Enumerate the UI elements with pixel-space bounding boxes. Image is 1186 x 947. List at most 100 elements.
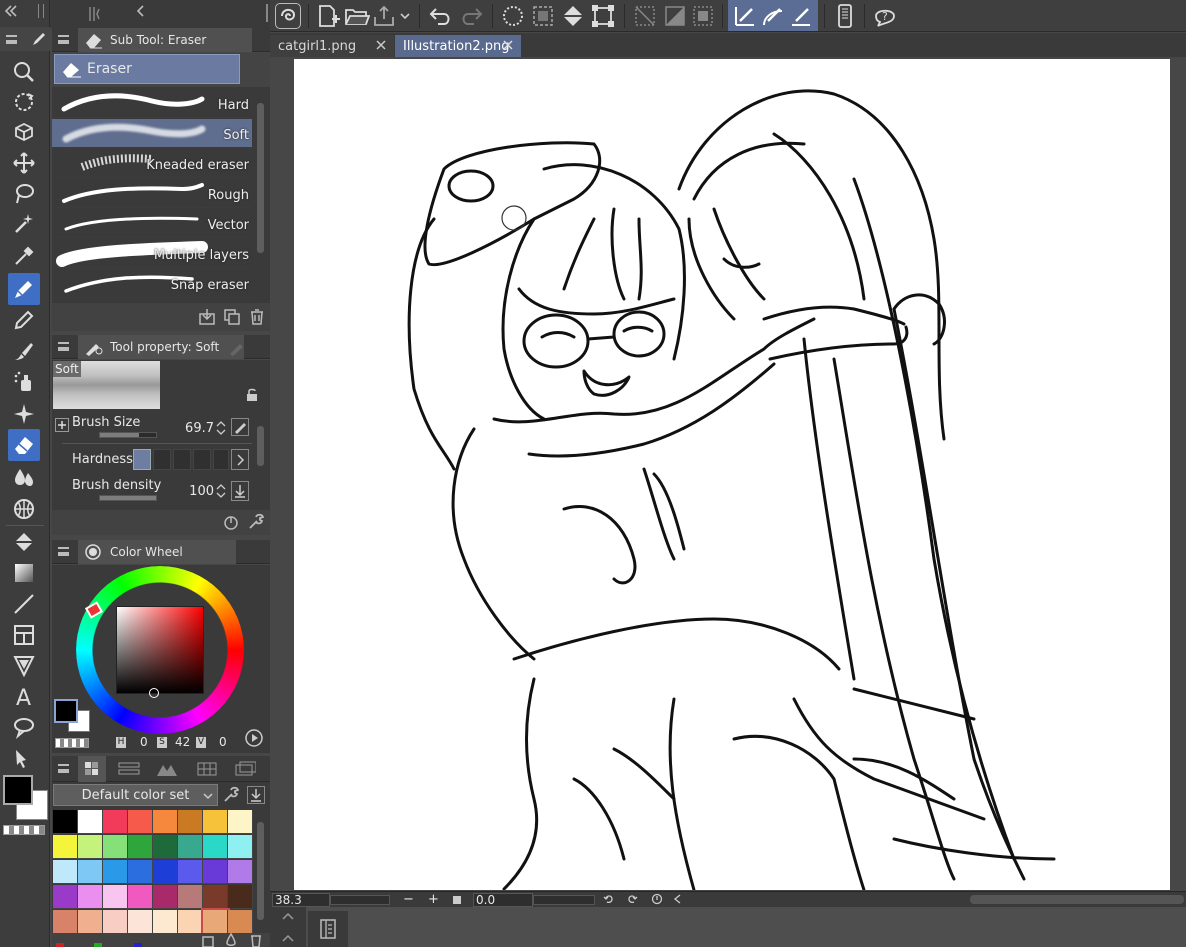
color-swatch[interactable] <box>178 810 203 834</box>
trash-icon[interactable] <box>248 308 266 326</box>
zoom-out-icon[interactable]: − <box>403 892 414 907</box>
color-swatch[interactable] <box>53 860 78 884</box>
color-swatch[interactable] <box>228 810 253 834</box>
tab-document-1[interactable]: Illustration2.png <box>395 35 521 57</box>
expand-brush-size-icon[interactable] <box>55 418 69 432</box>
balloon-tool-icon[interactable] <box>8 711 40 743</box>
tab-sub-view-icon[interactable] <box>234 761 256 777</box>
help-icon[interactable]: ? <box>872 3 898 29</box>
chevron-up-icon[interactable] <box>281 933 295 943</box>
color-swatch[interactable] <box>228 910 253 934</box>
undo-icon[interactable] <box>428 3 454 29</box>
chevron-up-icon[interactable] <box>281 911 295 921</box>
chevron-right-icon[interactable] <box>231 449 249 470</box>
app-logo-icon[interactable] <box>275 3 301 29</box>
new-file-icon[interactable] <box>316 3 342 29</box>
color-swatch[interactable] <box>178 835 203 859</box>
open-folder-icon[interactable] <box>344 3 370 29</box>
color-swatch[interactable] <box>203 885 228 909</box>
color-swatch[interactable] <box>153 910 178 934</box>
color-swatch[interactable] <box>78 885 103 909</box>
selection-border-icon[interactable] <box>690 3 716 29</box>
color-swatch[interactable] <box>103 810 128 834</box>
figure-tool-icon[interactable] <box>8 493 40 525</box>
color-swatch[interactable] <box>53 810 78 834</box>
decoration-tool-icon[interactable] <box>8 398 40 430</box>
color-swatch[interactable] <box>78 860 103 884</box>
color-swatch[interactable] <box>153 885 178 909</box>
brush-density-slider[interactable] <box>99 495 157 501</box>
flip-icon[interactable] <box>672 893 684 905</box>
text-tool-icon[interactable]: A <box>8 681 40 713</box>
color-swatch[interactable] <box>103 860 128 884</box>
move-tool-icon[interactable] <box>8 147 40 179</box>
chevron-down-icon[interactable] <box>398 3 412 29</box>
operation-tool-icon[interactable] <box>8 86 40 118</box>
menu-icon[interactable] <box>58 35 69 44</box>
brush-size-spinner-icon[interactable] <box>216 420 226 436</box>
transparent-color-swatch[interactable] <box>3 825 45 835</box>
lasso-tool-icon[interactable] <box>8 178 40 210</box>
color-swatch[interactable] <box>53 910 78 934</box>
zoom-field[interactable]: 38.3 <box>272 893 330 907</box>
object-tool-icon[interactable] <box>8 116 40 148</box>
blend-tool-icon[interactable] <box>8 461 40 493</box>
pen-tool-icon[interactable] <box>8 273 40 305</box>
color-swatch[interactable] <box>128 910 153 934</box>
zoom-slider[interactable] <box>330 895 390 905</box>
subtool-group-eraser[interactable]: Eraser <box>54 54 240 84</box>
color-swatch[interactable] <box>153 835 178 859</box>
color-swatch[interactable] <box>53 885 78 909</box>
color-swatch[interactable] <box>228 835 253 859</box>
save-icon[interactable] <box>372 3 398 29</box>
eyedropper-icon[interactable] <box>8 240 40 272</box>
deselect-icon[interactable] <box>632 3 658 29</box>
tab-subtool[interactable]: Sub Tool: Eraser <box>78 28 252 52</box>
color-set-import-icon[interactable] <box>247 786 265 804</box>
color-swatch[interactable] <box>103 835 128 859</box>
clear-icon[interactable] <box>500 3 526 29</box>
tab-color-history-icon[interactable] <box>196 761 218 777</box>
brush-item[interactable]: Soft <box>52 119 252 148</box>
color-swatch[interactable] <box>103 910 128 934</box>
zoom-tool-icon[interactable] <box>8 56 40 88</box>
tab-approximate-color-icon[interactable] <box>156 761 178 777</box>
wrench-icon[interactable] <box>247 513 265 531</box>
menu-icon[interactable] <box>58 342 69 351</box>
color-swatch[interactable] <box>203 835 228 859</box>
pen-tab-icon[interactable] <box>30 30 48 48</box>
color-swatch[interactable] <box>53 835 78 859</box>
color-swatch[interactable] <box>203 860 228 884</box>
layer-panel-toggle[interactable] <box>308 911 348 947</box>
ruler-tool-icon[interactable] <box>8 650 40 682</box>
line-tool-icon[interactable] <box>8 588 40 620</box>
main-color-chip[interactable] <box>54 699 78 723</box>
saturation-value-square[interactable] <box>116 606 204 694</box>
color-swatch[interactable] <box>153 860 178 884</box>
rotate-right-icon[interactable] <box>626 893 638 905</box>
smartphone-icon[interactable] <box>832 3 858 29</box>
reset-rotation-icon[interactable] <box>651 893 663 905</box>
collapse-left-icon[interactable] <box>4 4 18 18</box>
menu-icon[interactable] <box>6 35 17 44</box>
horizontal-scrollbar[interactable] <box>970 895 1184 904</box>
main-color-swatch[interactable] <box>3 775 33 805</box>
play-circle-icon[interactable] <box>244 728 264 748</box>
redo-icon[interactable] <box>458 3 484 29</box>
snap-to-special-ruler-icon[interactable] <box>760 3 786 29</box>
tool-property-scrollbar[interactable] <box>254 410 267 509</box>
density-pressure-icon[interactable] <box>231 481 249 501</box>
color-swatch[interactable] <box>128 860 153 884</box>
color-swatch[interactable] <box>78 835 103 859</box>
select-clear-icon[interactable] <box>530 3 556 29</box>
brush-item[interactable]: Snap eraser <box>52 269 252 298</box>
color-set-scrollbar[interactable] <box>254 810 267 932</box>
fill-tool-icon[interactable] <box>8 526 40 558</box>
brush-size-slider[interactable] <box>99 432 157 438</box>
magic-wand-icon[interactable] <box>8 208 40 240</box>
rotation-slider[interactable] <box>533 895 595 905</box>
reset-icon[interactable] <box>222 513 240 531</box>
brush-density-value[interactable]: 100 <box>180 484 214 499</box>
brush-list-scrollbar[interactable] <box>254 89 267 302</box>
transparent-chip[interactable] <box>55 738 89 748</box>
